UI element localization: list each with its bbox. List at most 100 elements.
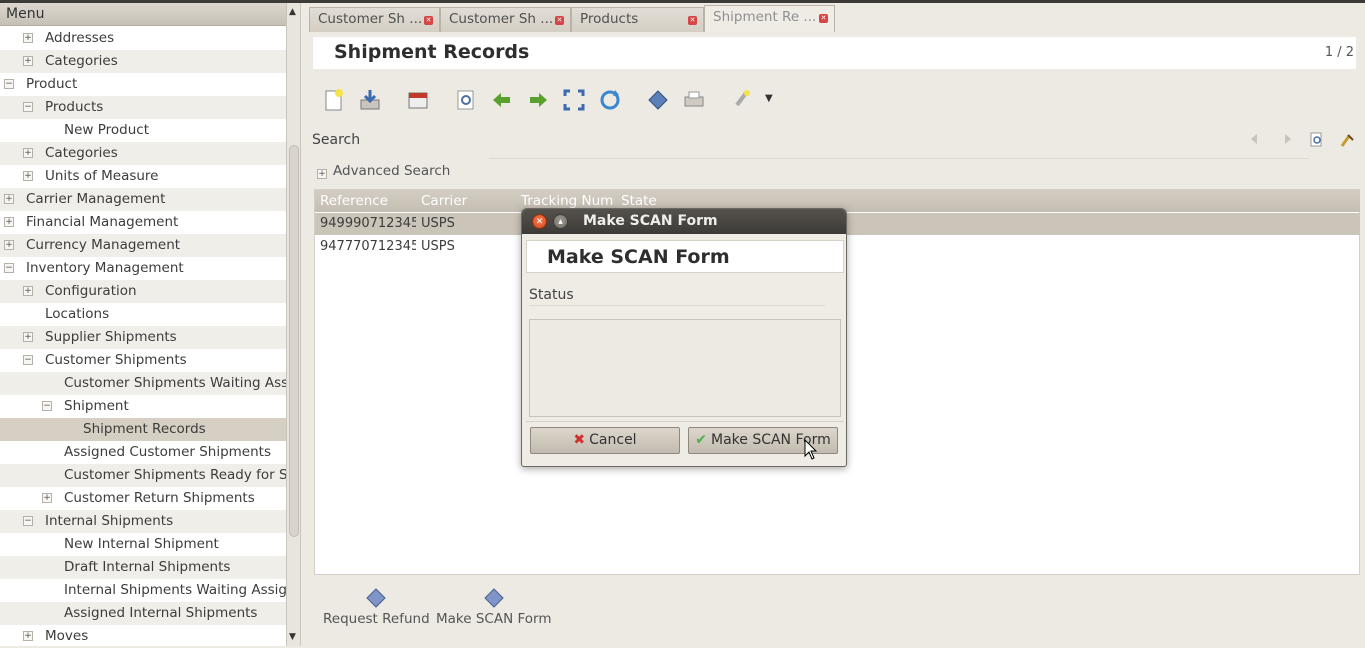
attachment-icon[interactable]	[729, 87, 755, 113]
action-label: Make SCAN Form	[436, 611, 552, 627]
column-header-carrier[interactable]: Carrier	[421, 193, 467, 209]
menu-item[interactable]: + Units of Measure	[0, 165, 286, 188]
search-find-icon[interactable]	[1309, 132, 1325, 152]
make-scan-form-action-button[interactable]: Make SCAN Form	[436, 587, 551, 627]
advanced-search-toggle[interactable]: + Advanced Search	[317, 163, 450, 179]
collapse-icon[interactable]: −	[23, 355, 33, 365]
scroll-up-arrow-icon[interactable]: ▲	[289, 7, 296, 17]
menu-item-label: Shipment	[64, 398, 129, 414]
dropdown-arrow-icon[interactable]: ▼	[765, 93, 773, 104]
dialog-heading: Make SCAN Form	[547, 246, 730, 268]
expand-icon[interactable]: +	[4, 217, 14, 227]
menu-item[interactable]: Internal Shipments Waiting Assigr	[0, 579, 286, 602]
close-tab-icon[interactable]: ✕	[424, 16, 433, 25]
tab-customer-shipments-1[interactable]: Customer Sh ... ✕	[309, 7, 440, 32]
tab-customer-shipments-2[interactable]: Customer Sh ... ✕	[440, 7, 571, 32]
column-header-tracking[interactable]: Tracking Num	[521, 193, 613, 209]
status-area	[529, 319, 841, 417]
save-icon[interactable]	[357, 87, 383, 113]
menu-item[interactable]: + Customer Return Shipments	[0, 487, 286, 510]
print-icon[interactable]	[681, 87, 707, 113]
collapse-icon[interactable]: −	[4, 79, 14, 89]
close-tab-icon[interactable]: ✕	[819, 14, 828, 23]
find-icon[interactable]	[453, 87, 479, 113]
cancel-button[interactable]: ✖ Cancel	[530, 427, 680, 454]
menu-item[interactable]: − Internal Shipments	[0, 510, 286, 533]
expand-icon[interactable]: +	[23, 148, 33, 158]
delete-icon[interactable]	[405, 87, 431, 113]
menu-item[interactable]: − Shipment	[0, 395, 286, 418]
request-refund-button[interactable]: Request Refund	[323, 587, 430, 627]
record-count: 1 / 2	[1324, 45, 1354, 60]
status-label: Status	[529, 287, 574, 303]
expand-icon[interactable]: +	[23, 332, 33, 342]
menu-item[interactable]: − Product	[0, 73, 286, 96]
search-prev-icon[interactable]	[1249, 132, 1263, 152]
new-icon[interactable]	[321, 87, 347, 113]
menu-item-label: Shipment Records	[83, 421, 206, 437]
scroll-down-arrow-icon[interactable]: ▼	[289, 632, 296, 642]
menu-item[interactable]: Draft Internal Shipments	[0, 556, 286, 579]
search-field[interactable]	[489, 158, 1309, 159]
menu-item[interactable]: New Internal Shipment	[0, 533, 286, 556]
menu-item[interactable]: + Carrier Management	[0, 188, 286, 211]
collapse-icon[interactable]: −	[23, 102, 33, 112]
maximize-icon[interactable]: ▴	[553, 214, 568, 229]
menu-item[interactable]: − Customer Shipments	[0, 349, 286, 372]
menu-item-label: Draft Internal Shipments	[64, 559, 231, 575]
search-next-icon[interactable]	[1279, 132, 1293, 152]
menu-scrollbar[interactable]: ▲ ▼	[287, 3, 301, 646]
expand-icon[interactable]: +	[4, 194, 14, 204]
cell-carrier: USPS	[421, 216, 455, 231]
menu-item[interactable]: + Currency Management	[0, 234, 286, 257]
menu-item-label: Addresses	[45, 30, 115, 46]
expand-icon[interactable]: +	[23, 631, 33, 641]
menu-item[interactable]: + Supplier Shipments	[0, 326, 286, 349]
menu-item[interactable]: Assigned Internal Shipments	[0, 602, 286, 625]
menu-item[interactable]: Customer Shipments Ready for Sh	[0, 464, 287, 487]
close-icon[interactable]: ✕	[532, 214, 547, 229]
tab-shipment-records[interactable]: Shipment Re ... ✕	[704, 5, 835, 33]
expand-icon[interactable]: +	[23, 56, 33, 66]
expand-icon[interactable]: +	[23, 171, 33, 181]
menu-item-label: Supplier Shipments	[45, 329, 177, 345]
menu-item[interactable]: Shipment Records	[0, 418, 286, 441]
reload-icon[interactable]	[597, 87, 623, 113]
expand-icon[interactable]: +	[42, 493, 52, 503]
column-header-state[interactable]: State	[621, 193, 657, 209]
column-header-reference[interactable]: Reference	[320, 193, 388, 209]
menu-item[interactable]: Assigned Customer Shipments	[0, 441, 286, 464]
collapse-icon[interactable]: −	[23, 516, 33, 526]
menu-item[interactable]: + Addresses	[0, 27, 286, 50]
next-arrow-icon[interactable]	[525, 87, 551, 113]
menu-item[interactable]: − Products	[0, 96, 286, 119]
clear-search-icon[interactable]	[1339, 132, 1355, 152]
menu-item-label: Customer Shipments Ready for Sh	[64, 467, 287, 483]
menu-item[interactable]: − Inventory Management	[0, 257, 286, 280]
expand-icon[interactable]: +	[23, 33, 33, 43]
menu-item-label: Customer Shipments	[45, 352, 187, 368]
menu-item[interactable]: Customer Shipments Waiting Assi	[0, 372, 286, 395]
previous-arrow-icon[interactable]	[489, 87, 515, 113]
scrollbar-thumb[interactable]	[289, 145, 299, 537]
advanced-search-label: Advanced Search	[333, 163, 451, 179]
cancel-x-icon: ✖	[573, 432, 586, 448]
menu-item[interactable]: + Configuration	[0, 280, 286, 303]
expand-icon[interactable]: +	[4, 240, 14, 250]
menu-item[interactable]: New Product	[0, 119, 286, 142]
menu-item[interactable]: Locations	[0, 303, 286, 326]
page-title-bar: Shipment Records 1 / 2	[313, 37, 1356, 69]
collapse-icon[interactable]: −	[4, 263, 14, 273]
dialog-titlebar[interactable]: ✕ ▴ Make SCAN Form	[522, 209, 846, 234]
close-tab-icon[interactable]: ✕	[688, 16, 697, 25]
close-tab-icon[interactable]: ✕	[555, 16, 564, 25]
action-icon[interactable]	[645, 87, 671, 113]
menu-item[interactable]: + Categories	[0, 50, 286, 73]
menu-item[interactable]: + Financial Management	[0, 211, 286, 234]
menu-item[interactable]: + Categories	[0, 142, 286, 165]
collapse-icon[interactable]: −	[42, 401, 52, 411]
expand-icon[interactable]: +	[23, 286, 33, 296]
tab-products[interactable]: Products ✕	[571, 7, 704, 32]
menu-item[interactable]: + Moves	[0, 625, 286, 646]
switch-view-icon[interactable]	[561, 87, 587, 113]
